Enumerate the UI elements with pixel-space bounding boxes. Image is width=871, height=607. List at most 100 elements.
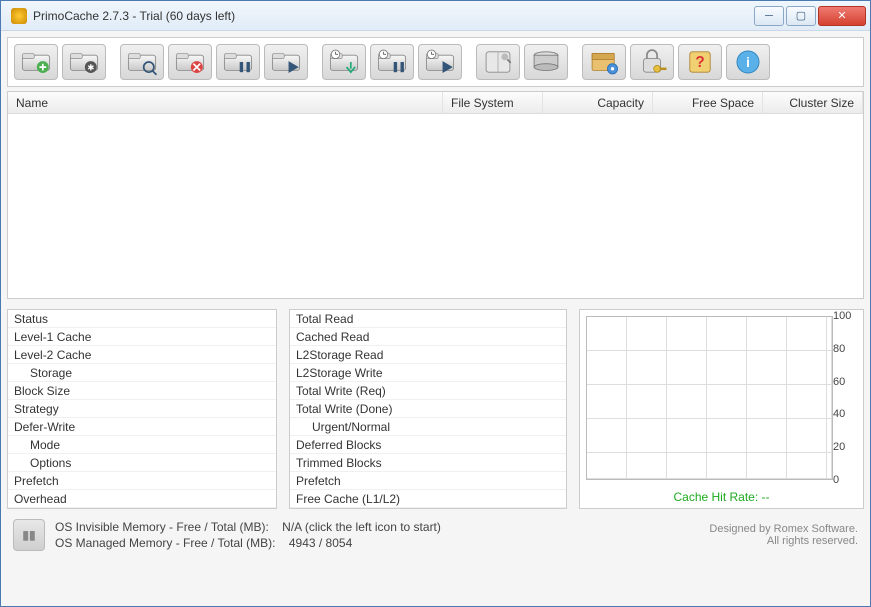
stat-label: L2Storage Read xyxy=(296,348,416,362)
stat-row: Free Cache (L1/L2) xyxy=(290,490,566,508)
stat-row: L2Storage Write xyxy=(290,364,566,382)
y-tick: 60 xyxy=(833,376,859,388)
y-tick: 100 xyxy=(833,310,859,322)
new-cache-button[interactable] xyxy=(14,44,58,80)
chart-caption: Cache Hit Rate: -- xyxy=(580,490,863,504)
pause-sched-button[interactable] xyxy=(370,44,414,80)
column-cluster-size[interactable]: Cluster Size xyxy=(763,92,863,113)
list-body[interactable] xyxy=(8,114,863,298)
design-by: Designed by Romex Software. xyxy=(709,523,858,535)
list-header: Name File System Capacity Free Space Clu… xyxy=(8,92,863,114)
stat-row: Options xyxy=(8,454,276,472)
stat-label: Free Cache (L1/L2) xyxy=(296,492,416,506)
y-tick: 20 xyxy=(833,441,859,453)
toolbar: ✱? i xyxy=(7,37,864,87)
stat-label: Defer-Write xyxy=(14,420,134,434)
stat-label: Total Read xyxy=(296,312,416,326)
maximize-button[interactable]: ▢ xyxy=(786,6,816,26)
stat-label: Total Write (Req) xyxy=(296,384,416,398)
help-button[interactable]: ? xyxy=(678,44,722,80)
stat-row: Total Read xyxy=(290,310,566,328)
config-panel: Status Level-1 Cache Level-2 Cache Storage B… xyxy=(7,309,277,509)
stat-row: Cached Read xyxy=(290,328,566,346)
stat-row: Total Write (Req) xyxy=(290,382,566,400)
column-name[interactable]: Name xyxy=(8,92,443,113)
stat-row: Trimmed Blocks xyxy=(290,454,566,472)
column-capacity[interactable]: Capacity xyxy=(543,92,653,113)
invisible-mem-value: N/A (click the left icon to start) xyxy=(282,520,441,534)
flush-button[interactable] xyxy=(322,44,366,80)
stat-row: Deferred Blocks xyxy=(290,436,566,454)
chart-grid xyxy=(586,316,833,480)
credits: Designed by Romex Software. All rights r… xyxy=(709,523,858,547)
chart-area xyxy=(586,316,833,480)
play-sched-button[interactable] xyxy=(418,44,462,80)
invisible-mem-label: OS Invisible Memory - Free / Total (MB): xyxy=(55,520,269,534)
pause-button[interactable] xyxy=(216,44,260,80)
stat-row: Total Write (Done) xyxy=(290,400,566,418)
stat-label: Strategy xyxy=(14,402,134,416)
about-button[interactable]: i xyxy=(726,44,770,80)
stat-row: Strategy xyxy=(8,400,276,418)
minimize-button[interactable]: ─ xyxy=(754,6,784,26)
window-controls: ─ ▢ ✕ xyxy=(754,6,866,26)
volume-list: Name File System Capacity Free Space Clu… xyxy=(7,91,864,299)
options-button[interactable] xyxy=(582,44,626,80)
stat-label: Level-1 Cache xyxy=(14,330,134,344)
stat-label: Total Write (Done) xyxy=(296,402,416,416)
stats-panel: Total Read Cached Read L2Storage Read L2Sto… xyxy=(289,309,567,509)
stat-row: Urgent/Normal xyxy=(290,418,566,436)
stat-row: Prefetch xyxy=(290,472,566,490)
svg-text:✱: ✱ xyxy=(87,63,94,73)
disk-button[interactable] xyxy=(524,44,568,80)
stat-label: Level-2 Cache xyxy=(14,348,134,362)
titlebar: PrimoCache 2.7.3 - Trial (60 days left) … xyxy=(1,1,870,31)
chart-y-labels: 100 80 60 40 20 0 xyxy=(833,310,859,486)
app-icon xyxy=(11,8,27,24)
stat-row: Prefetch xyxy=(8,472,276,490)
stat-label: Trimmed Blocks xyxy=(296,456,416,470)
stat-label: Deferred Blocks xyxy=(296,438,416,452)
stat-label: Prefetch xyxy=(296,474,416,488)
stat-row: Level-2 Cache xyxy=(8,346,276,364)
content-area: ✱? i Name File System Capacity Free Space… xyxy=(1,31,870,606)
managed-mem-value: 4943 / 8054 xyxy=(289,536,352,550)
stat-label: Storage xyxy=(30,366,150,380)
column-filesystem[interactable]: File System xyxy=(443,92,543,113)
hitrate-chart: 100 80 60 40 20 0 Cache Hit Rate: -- xyxy=(579,309,864,509)
refresh-button[interactable] xyxy=(476,44,520,80)
memory-icon[interactable]: ▮▮ xyxy=(13,519,45,551)
column-free-space[interactable]: Free Space xyxy=(653,92,763,113)
stat-label: Status xyxy=(14,312,134,326)
app-window: PrimoCache 2.7.3 - Trial (60 days left) … xyxy=(0,0,871,607)
stat-row: Overhead xyxy=(8,490,276,508)
inspect-button[interactable] xyxy=(120,44,164,80)
stat-row: Mode xyxy=(8,436,276,454)
stat-label: Overhead xyxy=(14,492,134,506)
close-button[interactable]: ✕ xyxy=(818,6,866,26)
svg-text:i: i xyxy=(746,55,750,70)
config-cache-button[interactable]: ✱ xyxy=(62,44,106,80)
stat-row: Status xyxy=(8,310,276,328)
stat-row: Level-1 Cache xyxy=(8,328,276,346)
y-tick: 80 xyxy=(833,343,859,355)
y-tick: 40 xyxy=(833,408,859,420)
svg-text:?: ? xyxy=(695,54,704,71)
stat-label: Mode xyxy=(30,438,150,452)
license-button[interactable] xyxy=(630,44,674,80)
footer: ▮▮ OS Invisible Memory - Free / Total (M… xyxy=(7,515,864,555)
managed-mem-label: OS Managed Memory - Free / Total (MB): xyxy=(55,536,276,550)
rights: All rights reserved. xyxy=(709,535,858,547)
delete-button[interactable] xyxy=(168,44,212,80)
stat-label: L2Storage Write xyxy=(296,366,416,380)
stat-label: Block Size xyxy=(14,384,134,398)
stat-row: L2Storage Read xyxy=(290,346,566,364)
stat-row: Defer-Write xyxy=(8,418,276,436)
memory-lines: OS Invisible Memory - Free / Total (MB):… xyxy=(55,519,441,551)
stat-label: Prefetch xyxy=(14,474,134,488)
stat-label: Cached Read xyxy=(296,330,416,344)
stats-row: Status Level-1 Cache Level-2 Cache Storage B… xyxy=(7,309,864,509)
y-tick: 0 xyxy=(833,474,859,486)
resume-button[interactable] xyxy=(264,44,308,80)
stat-row: Storage xyxy=(8,364,276,382)
